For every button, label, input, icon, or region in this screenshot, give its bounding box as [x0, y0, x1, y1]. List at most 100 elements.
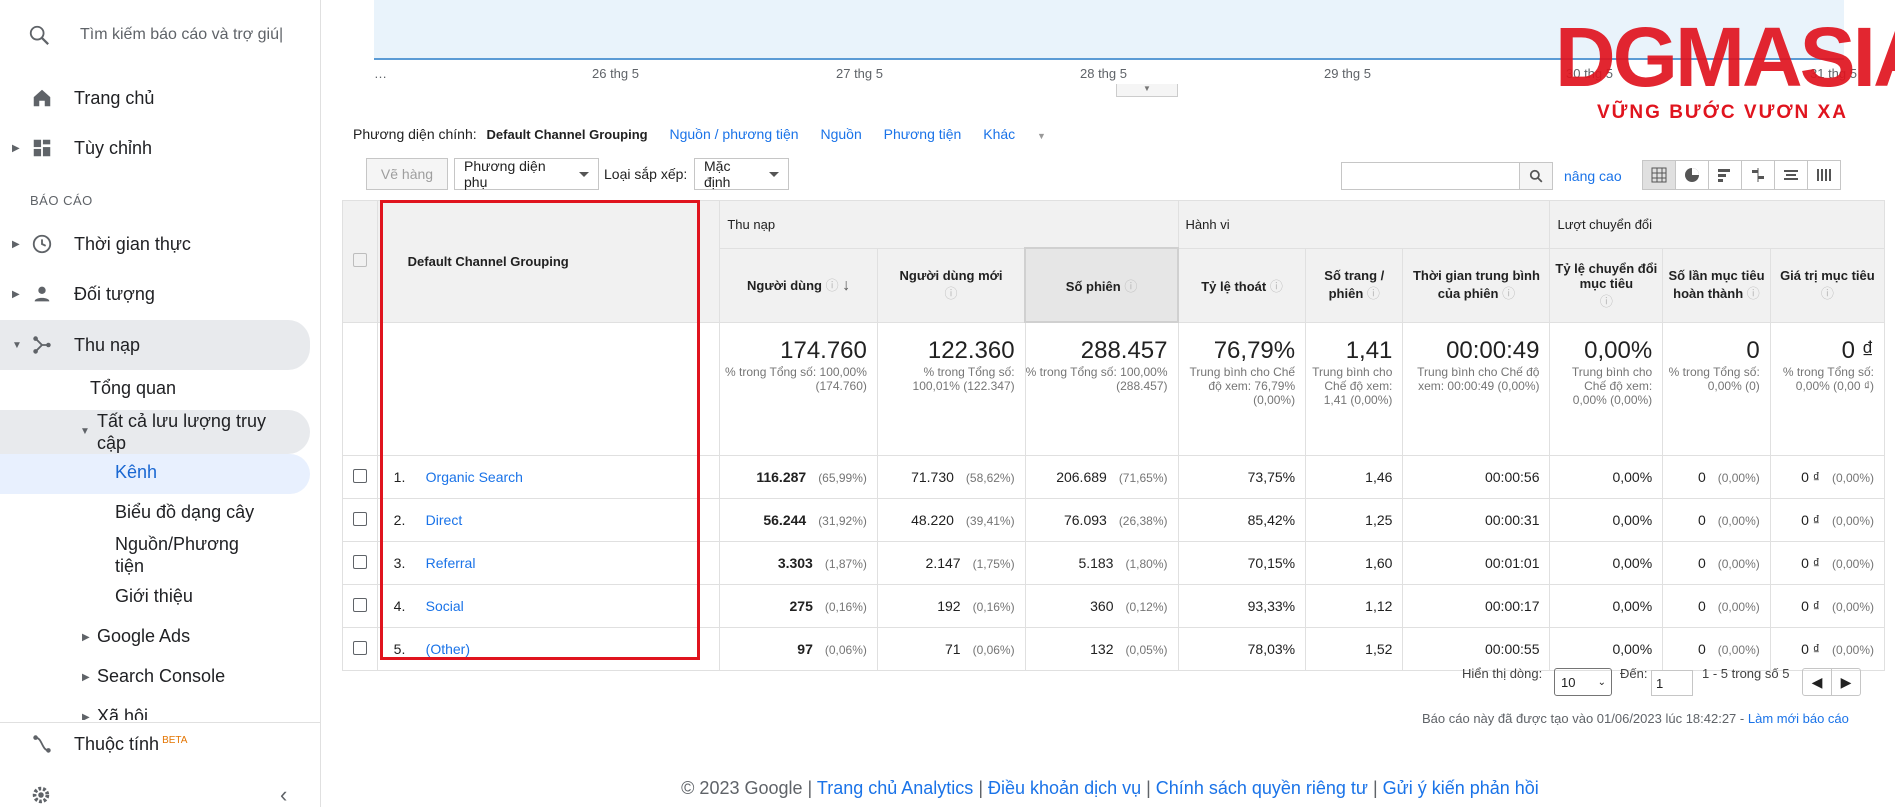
chart-collapse-handle[interactable]: ▼ — [1116, 84, 1178, 97]
sidebar-item-treemap[interactable]: Biểu đồ dạng cây — [115, 502, 254, 523]
goal-value-value: 0 ₫ — [1801, 512, 1820, 528]
sessions-cell: 206.689 (71,65%) — [1024, 455, 1179, 499]
term-cloud-view-icon[interactable] — [1775, 161, 1808, 189]
help-icon[interactable]: ⓘ — [1747, 286, 1760, 301]
pivot-view-icon[interactable] — [1808, 161, 1840, 189]
select-all-checkbox[interactable] — [352, 252, 367, 267]
new-users-value: 192 — [937, 598, 961, 614]
rows-per-page-label: Hiển thị dòng: — [1462, 666, 1543, 681]
help-icon[interactable]: ⓘ — [1502, 286, 1515, 301]
sidebar-item-overview[interactable]: Tổng quan — [90, 378, 176, 399]
dimension-header[interactable]: Default Channel Grouping — [376, 200, 721, 323]
channel-link[interactable]: (Other) — [426, 641, 470, 657]
col-goal-conversion-rate[interactable]: Tỷ lệ chuyển đổi mục tiêu ⓘ — [1549, 247, 1664, 323]
row-checkbox[interactable] — [352, 468, 367, 483]
col-new-users[interactable]: Người dùng mới ⓘ — [876, 247, 1026, 323]
sidebar-item-attribution[interactable]: Thuộc tính BETA — [0, 722, 310, 766]
avg-duration-cell: 00:01:01 — [1402, 541, 1551, 585]
users-pct: (31,92%) — [818, 514, 867, 528]
pie-view-icon[interactable] — [1676, 161, 1709, 189]
col-pages-per-session[interactable]: Số trang / phiên ⓘ — [1305, 247, 1404, 323]
footer-link-feedback[interactable]: Gửi ý kiến phản hồi — [1383, 778, 1539, 798]
sidebar: Tìm kiếm báo cáo và trợ giú| Trang chủ ▶… — [0, 0, 321, 807]
row-checkbox[interactable] — [352, 554, 367, 569]
total-cell: 1,41 Trung bình cho Chế độ xem: 1,41 (0,0… — [1305, 321, 1404, 456]
col-avg-session-duration[interactable]: Thời gian trung bình của phiên ⓘ — [1402, 247, 1551, 323]
primary-dimension-bar: Phương diện chính: Default Channel Group… — [353, 126, 1082, 142]
view-switcher — [1642, 160, 1841, 190]
help-icon[interactable]: ⓘ — [826, 278, 839, 293]
table-filter-input[interactable] — [1341, 162, 1521, 190]
page-range: 1 - 5 trong số 5 — [1702, 666, 1790, 681]
table-view-icon[interactable] — [1643, 161, 1676, 189]
plot-rows-button[interactable]: Vẽ hàng — [366, 158, 448, 190]
bar-view-icon[interactable] — [1709, 161, 1742, 189]
next-page-icon[interactable]: ▶ — [1832, 669, 1860, 695]
copyright-text: © 2023 Google — [681, 778, 803, 798]
help-icon[interactable]: ⓘ — [1821, 286, 1834, 301]
sidebar-item-search-console[interactable]: Search Console — [97, 666, 225, 687]
search-input[interactable]: Tìm kiếm báo cáo và trợ giú| — [80, 26, 290, 44]
sidebar-item-realtime[interactable]: ▶ Thời gian thực — [0, 222, 310, 266]
goto-input[interactable]: 1 — [1651, 670, 1693, 696]
channel-link[interactable]: Organic Search — [426, 469, 523, 485]
help-icon[interactable]: ⓘ — [1367, 286, 1380, 301]
row-checkbox[interactable] — [352, 511, 367, 526]
dim-option-other[interactable]: Khác ▼ — [983, 126, 1064, 142]
total-cell: 0% trong Tổng số: 0,00% (0) — [1662, 321, 1771, 456]
footer-link-terms[interactable]: Điều khoản dịch vụ — [988, 778, 1141, 798]
goal-value-value: 0 ₫ — [1801, 555, 1820, 571]
report-generated-text: Báo cáo này đã được tạo vào 01/06/2023 l… — [1422, 711, 1745, 726]
report-search[interactable]: Tìm kiếm báo cáo và trợ giú| — [0, 0, 320, 70]
col-goal-value[interactable]: Giá trị mục tiêu ⓘ — [1769, 247, 1886, 323]
sidebar-item-channels[interactable]: Kênh — [115, 462, 157, 483]
col-users[interactable]: Người dùng ⓘ ↓ — [719, 247, 878, 323]
row-check-cell — [342, 627, 378, 671]
rows-per-page-select[interactable]: 10 ⌄ — [1554, 668, 1612, 696]
col-sessions-label: Số phiên — [1065, 278, 1121, 294]
goal-completions-pct: (0,00%) — [1717, 471, 1760, 485]
footer-link-analytics-home[interactable]: Trang chủ Analytics — [817, 778, 973, 798]
comparison-view-icon[interactable] — [1742, 161, 1775, 189]
goal-completions-value: 0 — [1697, 598, 1706, 614]
channel-link[interactable]: Social — [426, 598, 464, 614]
secondary-dimension-select[interactable]: Phương diện phụ — [454, 158, 599, 190]
sidebar-item-acquisition[interactable]: ▼ Thu nạp — [0, 320, 310, 370]
pages-per-session-cell: 1,25 — [1305, 498, 1404, 542]
help-icon[interactable]: ⓘ — [1600, 294, 1613, 309]
row-checkbox[interactable] — [352, 597, 367, 612]
bounce-rate-cell: 73,75% — [1177, 455, 1307, 499]
filter-search-button[interactable] — [1519, 162, 1553, 190]
sidebar-item-referrals[interactable]: Giới thiệu — [115, 586, 193, 607]
collapse-sidebar-icon[interactable]: ‹ — [280, 782, 287, 808]
col-goal-completions[interactable]: Số lần mục tiêu hoàn thành ⓘ — [1662, 247, 1771, 323]
dim-option-source[interactable]: Nguồn — [820, 126, 861, 142]
prev-page-icon[interactable]: ◀ — [1803, 669, 1832, 695]
sort-type-select[interactable]: Mặc định — [694, 158, 789, 190]
help-icon[interactable]: ⓘ — [1124, 279, 1137, 294]
dim-option-source-medium[interactable]: Nguồn / phương tiện — [669, 126, 798, 142]
help-icon[interactable]: ⓘ — [1270, 279, 1283, 294]
sidebar-item-social[interactable]: Xã hội — [97, 706, 148, 720]
channel-link[interactable]: Direct — [426, 512, 463, 528]
col-sessions[interactable]: Số phiên ⓘ — [1024, 247, 1180, 323]
sidebar-item-google-ads[interactable]: Google Ads — [97, 626, 190, 647]
sidebar-item-customize[interactable]: ▶ Tùy chỉnh — [0, 126, 310, 170]
row-check-cell — [342, 455, 378, 499]
row-checkbox[interactable] — [352, 640, 367, 655]
footer-link-privacy[interactable]: Chính sách quyền riêng tư — [1156, 778, 1368, 798]
secondary-dimension-label: Phương diện phụ — [464, 158, 546, 190]
table-row: 1. Organic Search 116.287 (65,99%) 71.730 (58… — [342, 455, 1886, 499]
sidebar-item-audience[interactable]: ▶ Đối tượng — [0, 272, 310, 316]
col-bounce-rate[interactable]: Tỷ lệ thoát ⓘ — [1177, 247, 1307, 323]
conversion-rate-cell: 0,00% — [1549, 584, 1664, 628]
advanced-filter-link[interactable]: nâng cao — [1564, 168, 1622, 184]
channel-link[interactable]: Referral — [426, 555, 476, 571]
total-note: % trong Tổng số: 100,00% (174.760) — [725, 364, 867, 393]
dim-option-medium[interactable]: Phương tiện — [884, 126, 962, 142]
help-icon[interactable]: ⓘ — [944, 286, 957, 301]
sidebar-item-home[interactable]: Trang chủ — [0, 76, 310, 120]
sidebar-item-source-medium[interactable]: Nguồn/Phương tiện — [115, 533, 265, 577]
sidebar-item-all-traffic[interactable]: Tất cả lưu lượng truy cập — [97, 410, 297, 454]
refresh-report-link[interactable]: Làm mới báo cáo — [1748, 711, 1849, 726]
